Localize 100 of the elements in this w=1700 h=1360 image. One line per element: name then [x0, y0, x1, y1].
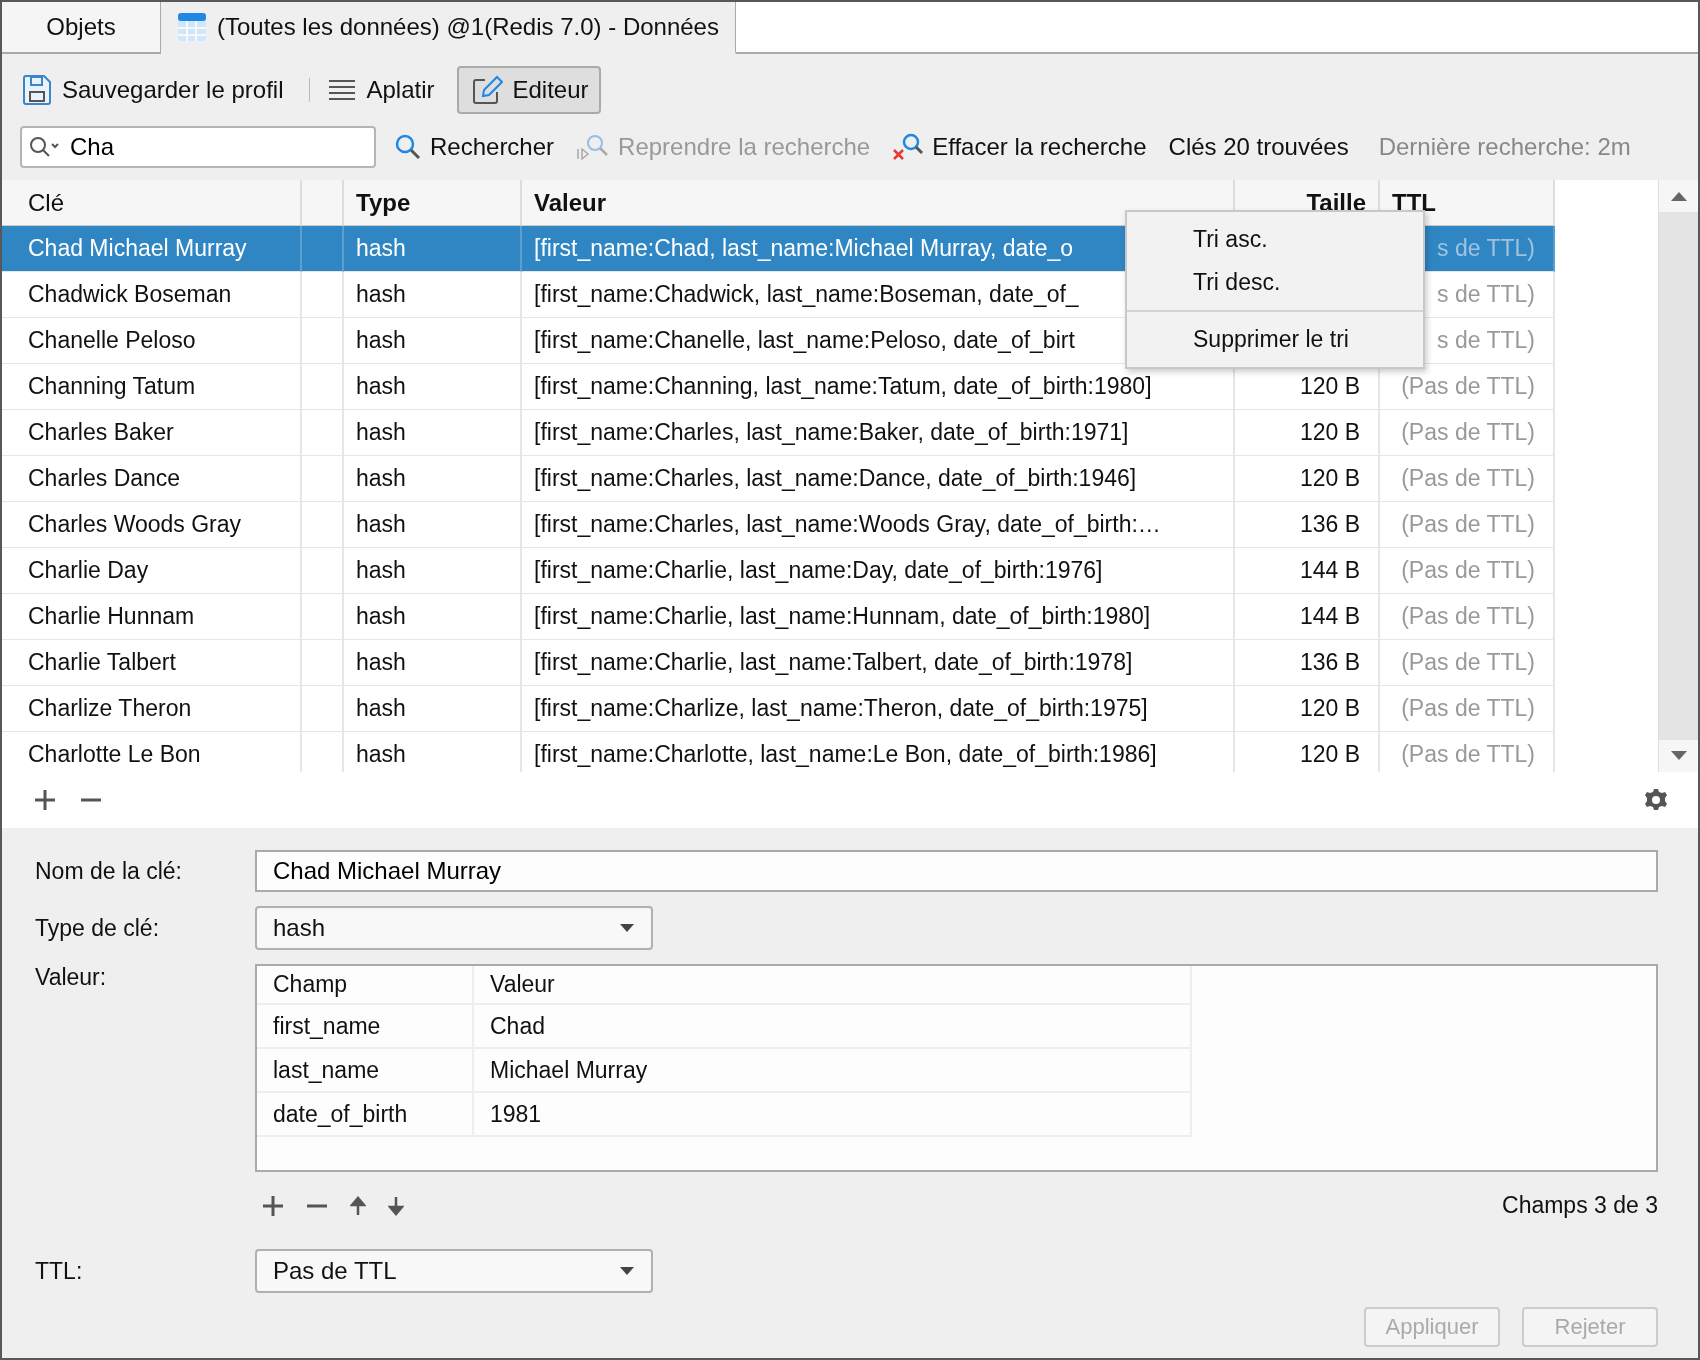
column-header[interactable]: Type	[344, 180, 522, 226]
value-cell: [first_name:Charlie, last_name:Day, date_of_birth:1976]	[522, 548, 1235, 594]
pencil-edit-icon	[470, 74, 503, 106]
add-icon[interactable]	[34, 789, 56, 811]
key-cell: Charlie Day	[2, 548, 302, 594]
size-cell: 120 B	[1299, 419, 1360, 446]
size-cell: 136 B	[1299, 649, 1360, 676]
type-cell: hash	[344, 548, 522, 594]
column-header[interactable]: TTL	[1380, 180, 1555, 226]
column-header[interactable]: Valeur	[522, 180, 1235, 226]
empty-cell	[302, 456, 344, 502]
value-cell: [first_name:Charlie, last_name:Hunnam, date_of_birth:1980]	[522, 594, 1235, 640]
key-cell: Charles Woods Gray	[2, 502, 302, 548]
scroll-up-arrow-icon[interactable]	[1668, 190, 1689, 202]
tab[interactable]: Objets	[2, 2, 161, 54]
key-cell: Channing Tatum	[2, 364, 302, 410]
field-value-cell: 1981	[474, 1093, 1192, 1137]
type-cell: hash	[344, 364, 522, 410]
ttl-cell: (Pas de TTL)	[1401, 603, 1535, 630]
fields-count: Champs 3 de 3	[1502, 1192, 1658, 1219]
empty-cell	[302, 318, 344, 364]
ttl-cell: (Pas de TTL)	[1401, 695, 1535, 722]
key-cell: Charlie Talbert	[2, 640, 302, 686]
tab[interactable]: (Toutes les données) @1(Redis 7.0) - Données	[161, 2, 736, 54]
field-name-cell: last_name	[257, 1049, 474, 1093]
table-row[interactable]: Charles Woods Gray hash [first_name:Charles, last_name:Woods Gray, date_of_birth:… 136 B (Pas de TTL)	[2, 502, 1658, 548]
key-type-dropdown[interactable]: hash	[255, 906, 653, 950]
type-cell: hash	[344, 686, 522, 732]
key-name-field[interactable]: Chad Michael Murray	[255, 850, 1658, 892]
ttl-cell: (Pas de TTL)	[1401, 465, 1535, 492]
size-cell: 120 B	[1299, 465, 1360, 492]
value-cell: [first_name:Charlize, last_name:Theron, date_of_birth:1975]	[522, 686, 1235, 732]
key-cell: Chad Michael Murray	[2, 226, 302, 272]
field-label: TTL:	[35, 1257, 84, 1285]
ttl-cell: (Pas de TTL)	[1401, 557, 1535, 584]
field-label: Valeur:	[35, 964, 108, 991]
field-label: Nom de la clé:	[35, 857, 183, 885]
field-name-cell: first_name	[257, 1005, 474, 1049]
type-cell: hash	[344, 502, 522, 548]
settings-icon[interactable]	[1644, 788, 1668, 812]
ttl-cell: (Pas de TTL)	[1401, 741, 1535, 768]
ttl-cell: (Pas de TTL)	[1401, 419, 1535, 446]
list-icon	[328, 79, 357, 101]
search-icon	[394, 133, 422, 161]
size-cell: 144 B	[1299, 557, 1360, 584]
search-action-button[interactable]: Effacer la recherche	[888, 132, 1151, 162]
down-arrow-icon[interactable]	[388, 1195, 404, 1216]
search-field[interactable]: Cha	[20, 126, 376, 168]
key-cell: Charlize Theron	[2, 686, 302, 732]
toolbar-button[interactable]: Aplatir	[324, 68, 447, 112]
caret-icon	[619, 1266, 635, 1276]
table-row[interactable]: Charles Dance hash [first_name:Charles, last_name:Dance, date_of_birth:1946] 120 B (Pas de TTL)	[2, 456, 1658, 502]
empty-cell	[302, 686, 344, 732]
ttl-cell: s de TTL)	[1437, 281, 1535, 308]
key-cell: Charlie Hunnam	[2, 594, 302, 640]
column-header[interactable]: Valeur	[474, 966, 1192, 1005]
empty-cell	[302, 640, 344, 686]
scroll-down-arrow-icon[interactable]	[1668, 750, 1689, 762]
table-row[interactable]: Charlie Day hash [first_name:Charlie, last_name:Day, date_of_birth:1976] 144 B (Pas de TTL)	[2, 548, 1658, 594]
field-name-cell: date_of_birth	[257, 1093, 474, 1137]
type-cell: hash	[344, 594, 522, 640]
empty-cell	[302, 502, 344, 548]
caret-icon	[619, 923, 635, 933]
ttl-dropdown[interactable]: Pas de TTL	[255, 1249, 653, 1293]
size-cell: 120 B	[1299, 373, 1360, 400]
column-header[interactable]: Champ	[257, 966, 474, 1005]
ttl-cell: s de TTL)	[1437, 235, 1535, 262]
table-row[interactable]: Charles Baker hash [first_name:Charles, last_name:Baker, date_of_birth:1971] 120 B (Pas de TTL)	[2, 410, 1658, 456]
key-cell: Chadwick Boseman	[2, 272, 302, 318]
value-cell: [first_name:Charlie, last_name:Talbert, date_of_birth:1978]	[522, 640, 1235, 686]
type-cell: hash	[344, 456, 522, 502]
toolbar-button[interactable]: Editeur	[456, 66, 601, 114]
size-cell: 120 B	[1299, 695, 1360, 722]
ttl-cell: (Pas de TTL)	[1401, 373, 1535, 400]
add-icon[interactable]	[262, 1194, 284, 1217]
field-label: Type de clé:	[35, 914, 161, 942]
empty-cell	[302, 410, 344, 456]
value-cell: [first_name:Charles, last_name:Dance, date_of_birth:1946]	[522, 456, 1235, 502]
column-header[interactable]: Clé	[2, 180, 302, 226]
ttl-cell: (Pas de TTL)	[1401, 511, 1535, 538]
key-cell: Charles Baker	[2, 410, 302, 456]
field-value-cell: Chad	[474, 1005, 1192, 1049]
size-cell: 144 B	[1299, 603, 1360, 630]
table-row[interactable]: Charlie Talbert hash [first_name:Charlie, last_name:Talbert, date_of_birth:1978] 136 B (Pas de TTL)	[2, 640, 1658, 686]
table-row[interactable]: Charlie Hunnam hash [first_name:Charlie, last_name:Hunnam, date_of_birth:1980] 144 B (Pas de TTL)	[2, 594, 1658, 640]
last-search-time: Dernière recherche: 2m	[1378, 133, 1631, 161]
scrollbar[interactable]	[1658, 180, 1698, 772]
type-cell: hash	[344, 272, 522, 318]
search-action-button[interactable]: Rechercher	[390, 133, 559, 161]
up-arrow-icon[interactable]	[350, 1195, 366, 1216]
empty-cell	[302, 548, 344, 594]
ttl-cell: s de TTL)	[1437, 327, 1535, 354]
size-cell: 120 B	[1299, 741, 1360, 768]
table-icon	[177, 12, 207, 42]
table-row[interactable]: Charlize Theron hash [first_name:Charlize, last_name:Theron, date_of_birth:1975] 120 B (Pas de TTL)	[2, 686, 1658, 732]
empty-cell	[302, 364, 344, 410]
keys-found-count: Clés 20 trouvées	[1168, 133, 1349, 161]
toolbar-button[interactable]: Sauvegarder le profil	[18, 66, 296, 114]
type-cell: hash	[344, 226, 522, 272]
key-cell: Chanelle Peloso	[2, 318, 302, 364]
